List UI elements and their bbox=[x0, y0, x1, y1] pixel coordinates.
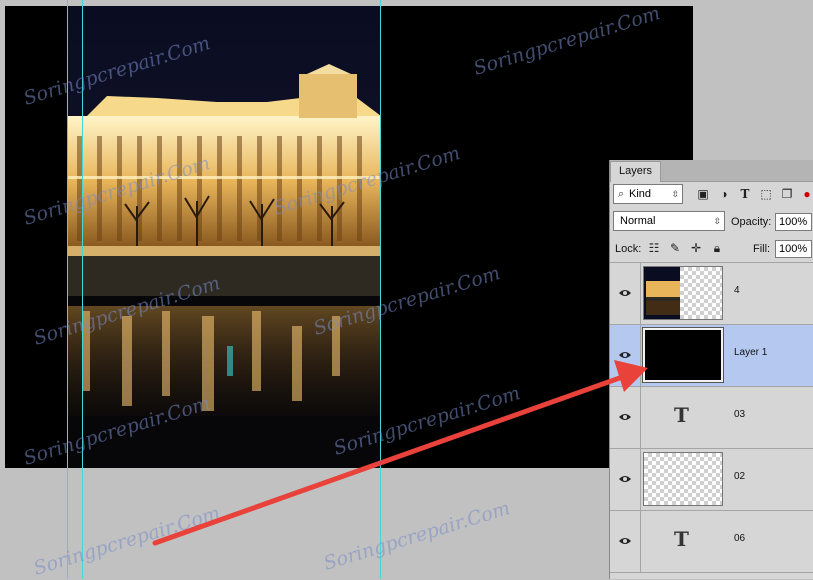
opacity-label: Opacity: bbox=[731, 216, 772, 228]
layers-panel: Layers ⌕ Kind ⇳ ▣ ◑ T ⬚ ❐ ● Normal ⇳ Opa… bbox=[609, 160, 813, 579]
fill-label: Fill: bbox=[753, 243, 771, 255]
palace-night-photo bbox=[67, 6, 381, 468]
visibility-toggle[interactable] bbox=[610, 263, 641, 324]
search-icon: ⌕ bbox=[618, 188, 625, 200]
type-filter-icon[interactable]: T bbox=[738, 187, 752, 201]
document-canvas[interactable] bbox=[5, 6, 693, 468]
layer-name[interactable]: 4 bbox=[734, 285, 740, 296]
eye-icon bbox=[619, 476, 631, 482]
layer-row-layer-1[interactable]: Layer 1 bbox=[610, 325, 813, 387]
guide-line-inner[interactable] bbox=[82, 0, 83, 579]
watermark: Soringpcrepair.Com bbox=[31, 502, 223, 580]
updown-arrow-icon: ⇳ bbox=[671, 189, 679, 199]
filter-kind-label: Kind bbox=[629, 188, 652, 200]
eye-icon bbox=[619, 414, 631, 420]
layer-row-03[interactable]: T 03 bbox=[610, 387, 813, 449]
layer-row-06[interactable]: T 06 bbox=[610, 511, 813, 573]
layer-name[interactable]: Layer 1 bbox=[734, 347, 767, 358]
visibility-toggle[interactable] bbox=[610, 511, 641, 572]
eye-icon bbox=[619, 352, 631, 358]
guide-line-left[interactable] bbox=[67, 0, 68, 579]
layer-thumbnail bbox=[643, 452, 723, 506]
layer-row-4[interactable]: 4 bbox=[610, 263, 813, 325]
filter-kind-select[interactable]: ⌕ Kind ⇳ bbox=[613, 184, 683, 204]
lock-row: Lock: ☷ ✎ ✛ 🔒︎ Fill: 100% bbox=[610, 236, 813, 263]
panel-tab-bar: Layers bbox=[610, 160, 813, 182]
lock-all-icon[interactable]: 🔒︎ bbox=[710, 241, 724, 255]
text-layer-icon: T bbox=[674, 527, 689, 551]
watermark: Soringpcrepair.Com bbox=[321, 497, 513, 575]
layers-list: 4 Layer 1 T 03 02 T 06 bbox=[610, 263, 813, 573]
adjustment-filter-icon[interactable]: ◑ bbox=[717, 187, 731, 201]
visibility-toggle[interactable] bbox=[610, 449, 641, 510]
photo-thumbnail-image bbox=[644, 267, 680, 319]
tab-layers[interactable]: Layers bbox=[610, 161, 662, 182]
blend-mode-value: Normal bbox=[620, 215, 656, 227]
layer-row-02[interactable]: 02 bbox=[610, 449, 813, 511]
fill-input[interactable]: 100% bbox=[775, 240, 812, 258]
layer-thumbnail bbox=[643, 266, 723, 320]
visibility-toggle[interactable] bbox=[610, 325, 641, 386]
smart-object-filter-icon[interactable]: ❐ bbox=[780, 187, 794, 201]
layer-name[interactable]: 02 bbox=[734, 471, 745, 482]
filter-toggle-icon[interactable]: ● bbox=[800, 187, 813, 201]
opacity-input[interactable]: 100% bbox=[775, 213, 812, 231]
updown-arrow-icon: ⇳ bbox=[713, 216, 721, 226]
layer-thumbnail bbox=[643, 328, 723, 382]
lock-label: Lock: bbox=[615, 243, 642, 255]
lock-transparent-icon[interactable]: ☷ bbox=[647, 241, 661, 255]
lock-paint-icon[interactable]: ✎ bbox=[668, 241, 682, 255]
image-filter-icon[interactable]: ▣ bbox=[696, 187, 710, 201]
layer-name[interactable]: 03 bbox=[734, 409, 745, 420]
blend-mode-select[interactable]: Normal ⇳ bbox=[613, 211, 725, 231]
filter-row: ⌕ Kind ⇳ ▣ ◑ T ⬚ ❐ ● bbox=[610, 182, 813, 208]
visibility-toggle[interactable] bbox=[610, 387, 641, 448]
guide-line-right[interactable] bbox=[380, 0, 381, 579]
blend-row: Normal ⇳ Opacity: 100% bbox=[610, 209, 813, 235]
lock-move-icon[interactable]: ✛ bbox=[689, 241, 703, 255]
shape-filter-icon[interactable]: ⬚ bbox=[759, 187, 773, 201]
text-layer-icon: T bbox=[674, 403, 689, 427]
eye-icon bbox=[619, 290, 631, 296]
layer-name[interactable]: 06 bbox=[734, 533, 745, 544]
eye-icon bbox=[619, 538, 631, 544]
